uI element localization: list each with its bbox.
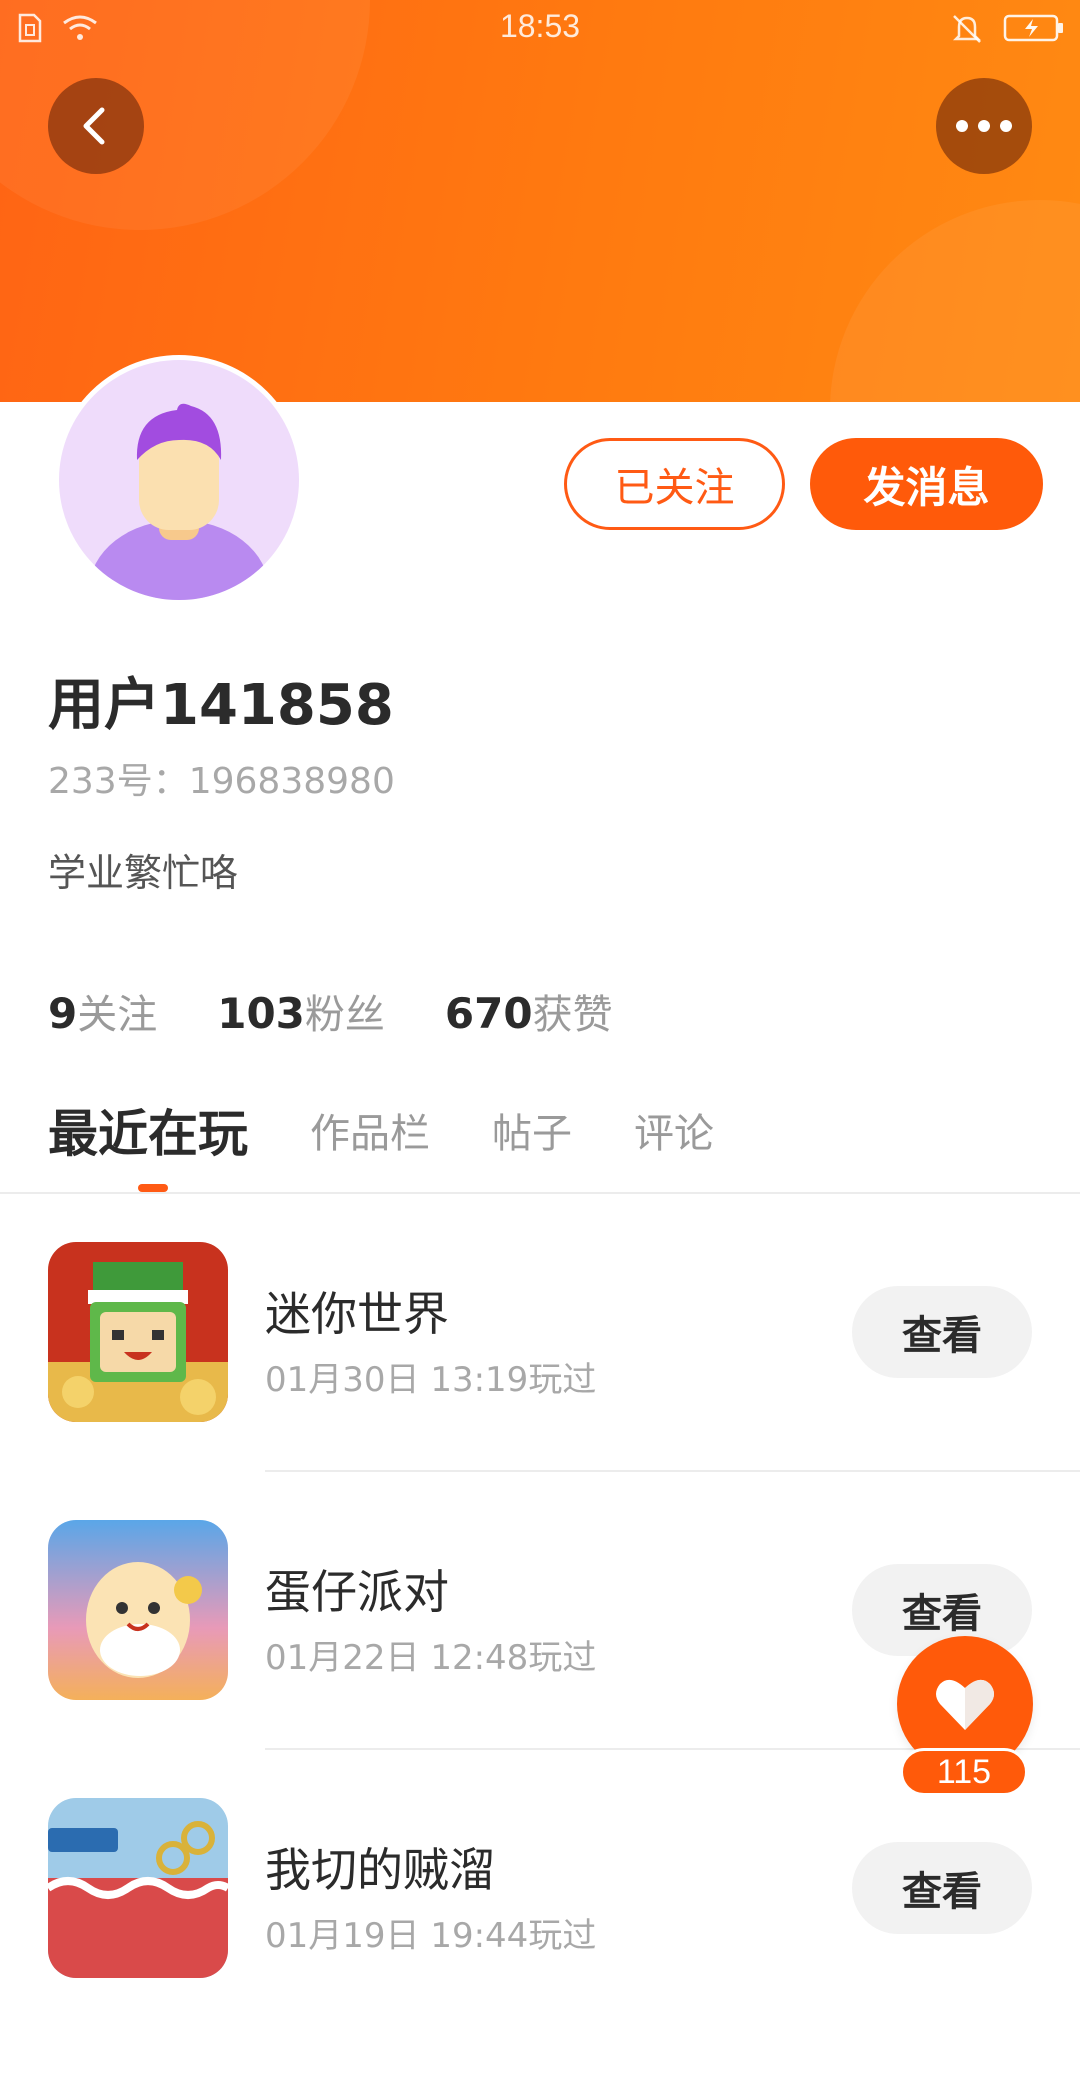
battery-charging-icon (1003, 14, 1063, 42)
game-last-played: 01月19日 19:44玩过 (265, 1916, 597, 1956)
default-avatar-icon (89, 403, 269, 600)
divider (265, 1470, 1080, 1472)
tab-works[interactable]: 作品栏 (310, 1101, 430, 1159)
send-message-button[interactable]: 发消息 (810, 438, 1043, 530)
divider (0, 1192, 1080, 1194)
list-item[interactable]: 迷你世界 01月30日 13:19玩过 查看 (0, 1242, 1080, 1520)
more-options-button[interactable] (936, 78, 1032, 174)
status-time: 18:53 (499, 8, 581, 44)
chevron-left-icon (83, 107, 105, 145)
game-name: 迷你世界 (265, 1287, 449, 1341)
game-name: 蛋仔派对 (265, 1565, 449, 1619)
active-tab-indicator (138, 1184, 168, 1192)
profile-tabs: 最近在玩 作品栏 帖子 评论 (48, 1095, 776, 1165)
stat-label: 获赞 (532, 992, 613, 1038)
list-item[interactable]: 我切的贼溜 01月19日 19:44玩过 查看 (0, 1798, 1080, 2076)
game-last-played: 01月22日 12:48玩过 (265, 1638, 597, 1678)
stat-value: 9 (48, 989, 78, 1038)
stat-likes[interactable]: 670 获赞 (445, 982, 613, 1040)
stat-label: 关注 (77, 992, 158, 1038)
profile-banner: 18:53 (0, 0, 1080, 402)
game-name: 我切的贼溜 (265, 1843, 495, 1897)
game-icon-mini-world (48, 1242, 228, 1422)
view-game-button[interactable]: 查看 (852, 1286, 1032, 1378)
stat-followers[interactable]: 103 粉丝 (217, 982, 385, 1040)
followed-button[interactable]: 已关注 (564, 438, 785, 530)
view-game-button[interactable]: 查看 (852, 1842, 1032, 1934)
username: 用户141858 (48, 673, 394, 738)
bell-muted-icon (952, 15, 982, 43)
tab-recently-played[interactable]: 最近在玩 (48, 1094, 248, 1166)
stat-label: 粉丝 (304, 992, 385, 1038)
game-last-played: 01月30日 13:19玩过 (265, 1360, 597, 1400)
stat-value: 103 (217, 989, 305, 1038)
stat-value: 670 (444, 989, 533, 1038)
game-icon-eggy-party (48, 1520, 228, 1700)
stat-following[interactable]: 9 关注 (48, 982, 157, 1040)
tab-posts[interactable]: 帖子 (492, 1101, 572, 1159)
more-horizontal-icon (956, 120, 1012, 132)
user-id: 233号：196838980 (48, 761, 395, 802)
back-button[interactable] (48, 78, 144, 174)
profile-stats: 9 关注 103 粉丝 670 获赞 (48, 982, 673, 1038)
heart-icon (936, 1679, 994, 1730)
avatar-image (59, 360, 299, 600)
avatar[interactable] (54, 355, 304, 605)
game-icon-cutting-game (48, 1798, 228, 1978)
banner-decoration (830, 200, 1080, 402)
tab-comments[interactable]: 评论 (634, 1101, 714, 1159)
like-count: 115 (900, 1748, 1028, 1796)
user-bio: 学业繁忙咯 (48, 851, 239, 895)
status-bar: 18:53 (0, 0, 1080, 58)
